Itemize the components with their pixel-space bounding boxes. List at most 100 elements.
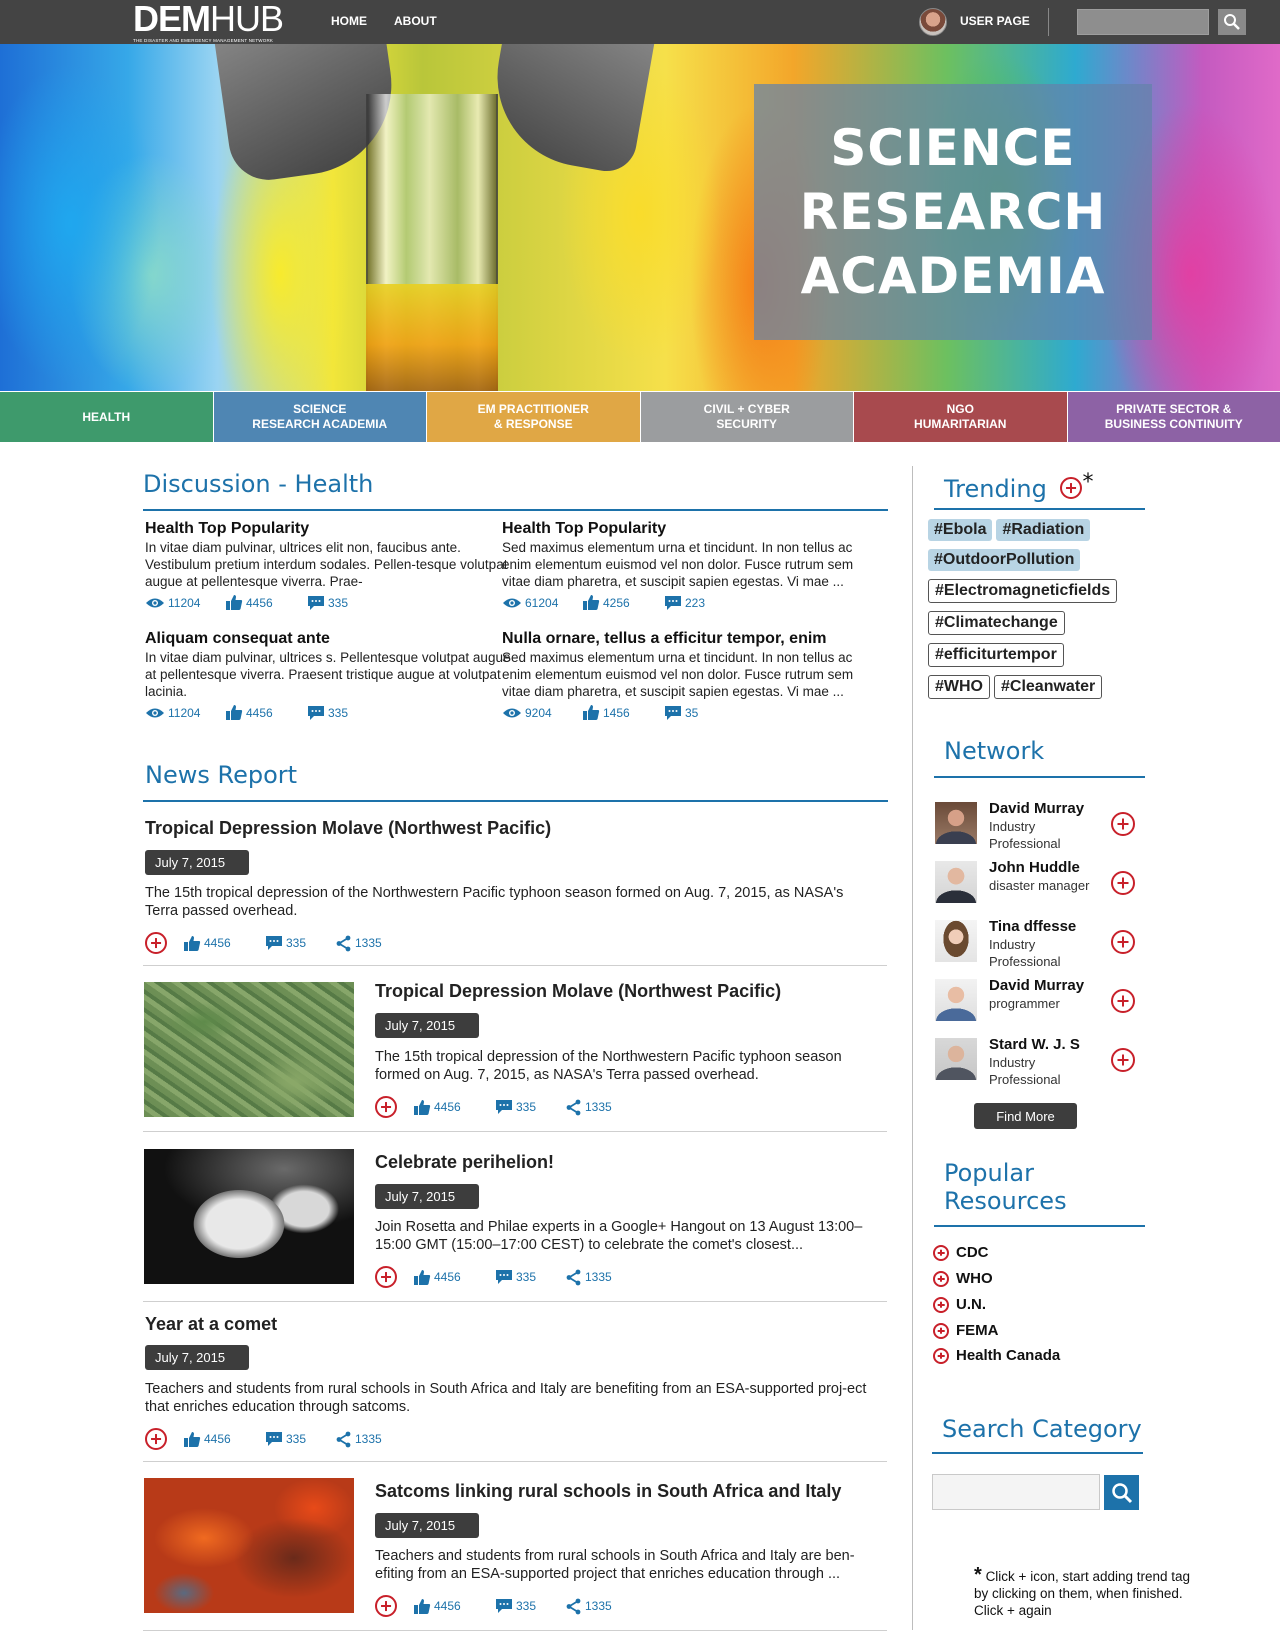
add-connection-icon[interactable] — [1111, 871, 1135, 895]
tab-em-practitioner[interactable]: EM PRACTITIONER & RESPONSE — [427, 391, 641, 443]
news-item-title[interactable]: Tropical Depression Molave (Northwest Pa… — [375, 981, 905, 1002]
add-connection-icon[interactable] — [1111, 930, 1135, 954]
add-news-icon[interactable] — [375, 1595, 397, 1617]
views-stat[interactable]: 11204 — [145, 704, 225, 721]
nav-about-link[interactable]: ABOUT — [394, 14, 437, 28]
avatar[interactable] — [935, 979, 977, 1021]
add-resource-icon[interactable] — [933, 1244, 949, 1261]
discussion-item-title[interactable]: Health Top Popularity — [145, 519, 515, 539]
person-name[interactable]: David Murray — [989, 800, 1084, 817]
nav-home-link[interactable]: HOME — [331, 14, 367, 28]
add-connection-icon[interactable] — [1111, 989, 1135, 1013]
discussion-item[interactable]: Health Top Popularity In vitae diam pulvi… — [145, 519, 515, 611]
avatar[interactable] — [935, 861, 977, 903]
share-stat[interactable]: 1335 — [565, 1598, 625, 1615]
comments-stat-count: 335 — [516, 1599, 537, 1613]
news-item-title[interactable]: Tropical Depression Molave (Northwest Pa… — [145, 818, 900, 839]
add-news-icon[interactable] — [375, 1096, 397, 1118]
top-search-button[interactable] — [1218, 9, 1246, 35]
user-page-link[interactable]: USER PAGE — [960, 14, 1030, 28]
category-search-input[interactable] — [932, 1474, 1100, 1510]
likes-stat[interactable]: 4456 — [413, 1269, 495, 1286]
tag-electromagneticfields[interactable]: #Electromagneticfields — [928, 579, 1118, 603]
add-news-icon[interactable] — [145, 1428, 167, 1450]
tag-climatechange[interactable]: #Climatechange — [928, 611, 1065, 635]
person-name[interactable]: John Huddle — [989, 859, 1080, 876]
tab-ngo-humanitarian[interactable]: NGO HUMARITARIAN — [854, 391, 1068, 443]
likes-stat[interactable]: 1456 — [582, 704, 664, 721]
resource-link[interactable]: CDC — [933, 1244, 989, 1261]
comments-stat[interactable]: 335 — [307, 594, 387, 611]
person-name[interactable]: David Murray — [989, 977, 1084, 994]
avatar[interactable] — [935, 920, 977, 962]
top-search-input[interactable] — [1077, 9, 1209, 35]
likes-stat[interactable]: 4456 — [225, 594, 307, 611]
tag-who[interactable]: #WHO — [928, 675, 990, 699]
news-item-title[interactable]: Year at a comet — [145, 1314, 900, 1335]
discussion-item-title[interactable]: Aliquam consequat ante — [145, 629, 515, 649]
demhub-logo[interactable]: DEMHUB THE DISASTER AND EMERGENCY MANAGE… — [133, 0, 299, 44]
views-stat[interactable]: 9204 — [502, 704, 582, 721]
add-connection-icon[interactable] — [1111, 812, 1135, 836]
add-connection-icon[interactable] — [1111, 1048, 1135, 1072]
tab-health[interactable]: HEALTH — [0, 391, 214, 443]
views-stat[interactable]: 61204 — [502, 594, 582, 611]
comments-stat[interactable]: 35 — [664, 704, 744, 721]
likes-stat[interactable]: 4256 — [582, 594, 664, 611]
tab-civil-cyber-security[interactable]: CIVIL + CYBER SECURITY — [640, 391, 854, 443]
discussion-item[interactable]: Aliquam consequat ante In vitae diam pulv… — [145, 629, 515, 721]
person-name[interactable]: Tina dffesse — [989, 918, 1076, 935]
add-news-icon[interactable] — [145, 932, 167, 954]
likes-stat[interactable]: 4456 — [183, 1431, 265, 1448]
discussion-item[interactable]: Health Top Popularity Sed maximus element… — [502, 519, 872, 611]
comments-stat[interactable]: 335 — [495, 1099, 565, 1115]
news-thumbnail[interactable] — [144, 1478, 354, 1613]
comments-stat[interactable]: 223 — [664, 594, 744, 611]
add-resource-icon[interactable] — [933, 1270, 949, 1287]
discussion-item[interactable]: Nulla ornare, tellus a efficitur tempor,… — [502, 629, 872, 721]
comments-stat[interactable]: 335 — [307, 704, 387, 721]
news-item-title[interactable]: Satcoms linking rural schools in South A… — [375, 1481, 905, 1502]
avatar[interactable] — [935, 802, 977, 844]
tag-cleanwater[interactable]: #Cleanwater — [994, 675, 1103, 699]
discussion-item-title[interactable]: Nulla ornare, tellus a efficitur tempor,… — [502, 629, 872, 649]
avatar[interactable] — [935, 1038, 977, 1080]
news-thumbnail[interactable] — [144, 982, 354, 1117]
likes-stat[interactable]: 4456 — [225, 704, 307, 721]
tab-science-research-academia[interactable]: SCIENCE RESEARCH ACADEMIA — [213, 391, 427, 443]
share-stat[interactable]: 1335 — [565, 1269, 625, 1286]
find-more-button[interactable]: Find More — [974, 1103, 1077, 1129]
thumbs-up-icon — [414, 1099, 431, 1115]
tag-ebola[interactable]: #Ebola — [928, 519, 993, 541]
tag-efficiturtempor[interactable]: #efficiturtempor — [928, 643, 1064, 667]
likes-stat[interactable]: 4456 — [413, 1598, 495, 1615]
share-stat[interactable]: 1335 — [565, 1099, 625, 1116]
likes-stat[interactable]: 4456 — [183, 935, 265, 952]
news-thumbnail[interactable] — [144, 1149, 354, 1284]
discussion-item-title[interactable]: Health Top Popularity — [502, 519, 872, 539]
comments-stat[interactable]: 335 — [265, 1431, 335, 1447]
share-stat[interactable]: 1335 — [335, 1431, 395, 1448]
tab-private-sector[interactable]: PRIVATE SECTOR & BUSINESS CONTINUITY — [1067, 391, 1280, 443]
news-item-title[interactable]: Celebrate perihelion! — [375, 1152, 905, 1173]
share-stat[interactable]: 1335 — [335, 935, 395, 952]
category-search-button[interactable] — [1104, 1475, 1139, 1510]
tag-radiation[interactable]: #Radiation — [996, 519, 1091, 541]
resource-link[interactable]: Health Canada — [933, 1347, 1060, 1364]
user-avatar[interactable] — [919, 8, 947, 36]
comments-stat[interactable]: 335 — [495, 1269, 565, 1285]
person-name[interactable]: Stard W. J. S — [989, 1036, 1080, 1053]
add-resource-icon[interactable] — [933, 1347, 949, 1364]
comments-stat[interactable]: 335 — [265, 935, 335, 951]
add-resource-icon[interactable] — [933, 1296, 949, 1313]
views-stat[interactable]: 11204 — [145, 594, 225, 611]
tag-outdoorpollution[interactable]: #OutdoorPollution — [928, 549, 1081, 571]
add-resource-icon[interactable] — [933, 1322, 949, 1339]
likes-stat[interactable]: 4456 — [413, 1099, 495, 1116]
resource-link[interactable]: WHO — [933, 1270, 993, 1287]
comments-stat[interactable]: 335 — [495, 1598, 565, 1614]
add-trend-icon[interactable] — [1060, 477, 1083, 499]
add-news-icon[interactable] — [375, 1266, 397, 1288]
resource-link[interactable]: U.N. — [933, 1296, 986, 1313]
resource-link[interactable]: FEMA — [933, 1322, 999, 1339]
